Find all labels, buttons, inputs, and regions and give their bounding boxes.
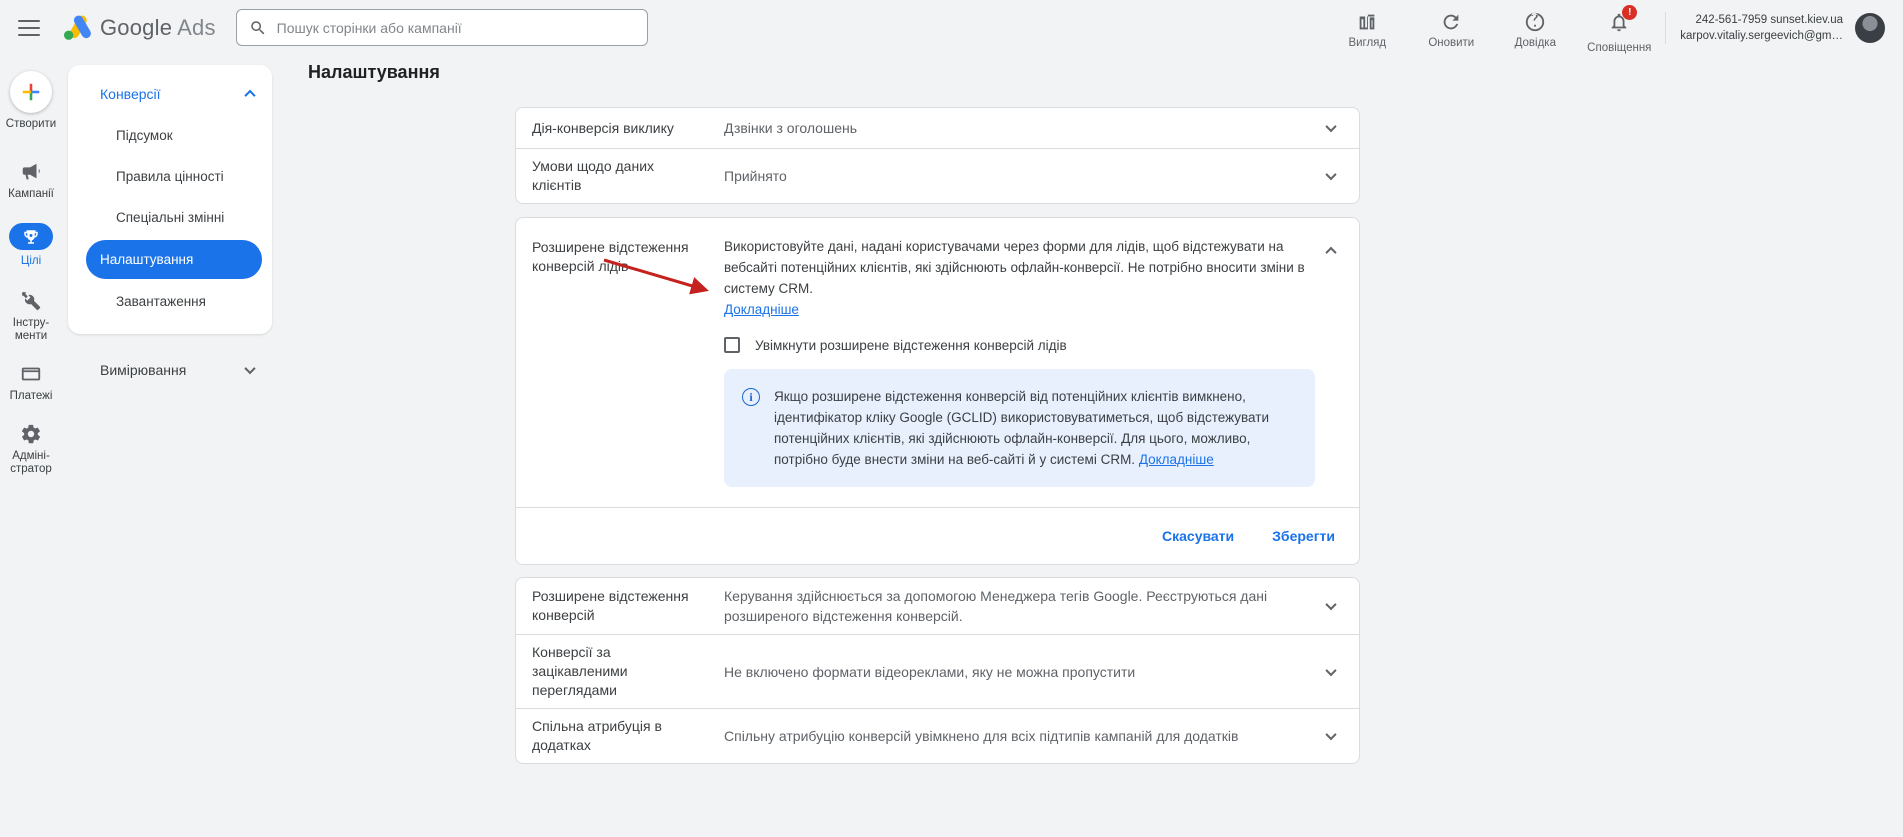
google-ads-logo-icon [62,14,92,41]
page-title: Налаштування [308,62,440,83]
panel-app-attribution[interactable]: Спільна атрибуція в додатках Спільну атр… [516,708,1359,763]
search-icon [249,19,267,37]
cancel-button[interactable]: Скасувати [1148,520,1248,552]
settings-panels: Дія-конверсія виклику Дзвінки з оголошен… [515,107,1360,764]
sidebar-item-goals[interactable]: Цілі [1,223,61,268]
panel-customer-data-terms[interactable]: Умови щодо даних клієнтів Прийнято [516,148,1359,203]
panel-label: Спільна атрибуція в додатках [532,717,704,755]
account-email: karpov.vitaliy.sergeevich@gm… [1680,28,1843,44]
sidebar-item-value-rules[interactable]: Правила цінності [68,156,272,197]
panel-label: Розширене відстеження конверсій [532,587,704,625]
sidebar-item-custom-variables[interactable]: Спеціальні змінні [68,197,272,238]
panel-description: Використовуйте дані, надані користувачам… [724,236,1315,299]
enable-tracking-checkbox-row[interactable]: Увімкнути розширене відстеження конверсі… [724,337,1315,353]
top-app-bar: GoogleAds Вигляд Оновити Довідка ! Спові… [0,0,1903,55]
panel-group-top: Дія-конверсія виклику Дзвінки з оголошен… [515,107,1360,204]
create-circle [10,71,52,113]
sidebar-item-campaigns[interactable]: Кампанії [1,161,61,201]
sidebar-section-measurement[interactable]: Вимірювання [68,352,272,388]
panel-engaged-view-conversions[interactable]: Конверсії за зацікавленими переглядами Н… [516,634,1359,708]
brand-text: GoogleAds [100,15,216,41]
appearance-icon [1356,11,1378,33]
panel-label: Конверсії за зацікавленими переглядами [532,643,704,700]
admin-label: Адміні-стратор [1,450,61,476]
create-button[interactable]: Створити [1,71,61,131]
sidebar-item-summary[interactable]: Підсумок [68,115,272,156]
megaphone-icon [20,161,42,183]
panel-value: Керування здійснюється за допомогою Мене… [724,586,1319,626]
panel-label: Умови щодо даних клієнтів [532,157,704,195]
search-box[interactable] [236,9,648,46]
chevron-down-icon[interactable] [1325,121,1336,132]
chevron-down-icon[interactable] [1325,729,1336,740]
sidebar-item-settings[interactable]: Налаштування [86,240,262,279]
goals-label: Цілі [1,255,61,268]
panel-enhanced-conversions[interactable]: Розширене відстеження конверсій Керуванн… [516,578,1359,634]
appearance-button[interactable]: Вигляд [1335,2,1399,49]
sidebar-item-tools[interactable]: Інстру-менти [1,290,61,343]
panel-footer: Скасувати Зберегти [516,507,1359,564]
measurement-label: Вимірювання [100,362,186,378]
panel-value: Спільну атрибуцію конверсій увімкнено дл… [724,726,1319,746]
info-icon: i [742,388,760,406]
checkbox-label: Увімкнути розширене відстеження конверсі… [755,338,1067,353]
chevron-down-icon[interactable] [1325,169,1336,180]
notifications-button[interactable]: ! Сповіщення [1587,2,1651,54]
panel-group-bottom: Розширене відстеження конверсій Керуванн… [515,577,1360,764]
plus-icon [20,81,42,103]
gear-icon [20,423,42,445]
refresh-icon [1440,11,1462,33]
panel-value: Не включено формати відеореклами, яку не… [724,662,1319,682]
sidebar-item-admin[interactable]: Адміні-стратор [1,423,61,476]
menu-icon[interactable] [18,20,40,36]
trophy-icon [22,228,40,246]
panel-value: Дзвінки з оголошень [724,118,1319,138]
panel-call-conversion-action[interactable]: Дія-конверсія виклику Дзвінки з оголошен… [516,108,1359,148]
account-id: 242-561-7959 sunset.kiev.ua [1680,12,1843,28]
tools-icon [20,290,42,312]
goals-active-pill [9,223,53,250]
notification-badge: ! [1622,5,1637,20]
sidebar-item-uploads[interactable]: Завантаження [68,281,272,322]
chevron-down-icon [244,363,255,374]
chevron-up-icon[interactable] [1325,247,1336,258]
help-label: Довідка [1515,37,1556,49]
conversions-section-label: Конверсії [100,86,161,102]
learn-more-link[interactable]: Докладніше [1139,452,1214,467]
credit-card-icon [20,363,42,385]
info-box: i Якщо розширене відстеження конверсій в… [724,369,1315,487]
billing-label: Платежі [1,390,61,403]
chevron-up-icon [244,90,255,101]
avatar[interactable] [1855,13,1885,43]
panel-label: Розширене відстеження конверсій лідів [532,236,704,487]
panel-enhanced-lead-conversions: Розширене відстеження конверсій лідів Ви… [515,217,1360,565]
chevron-down-icon[interactable] [1325,599,1336,610]
tools-label: Інстру-менти [1,317,61,343]
campaigns-label: Кампанії [1,188,61,201]
account-info[interactable]: 242-561-7959 sunset.kiev.ua karpov.vital… [1680,12,1843,44]
topbar-divider [1665,12,1666,44]
google-ads-logo[interactable]: GoogleAds [62,14,216,41]
chevron-down-icon[interactable] [1325,664,1336,675]
conversions-sidebar: Конверсії Підсумок Правила цінності Спец… [68,65,272,334]
help-icon [1524,11,1546,33]
info-text: Якщо розширене відстеження конверсій від… [774,386,1293,470]
sidebar-section-conversions[interactable]: Конверсії [68,73,272,115]
create-label: Створити [1,118,61,131]
refresh-label: Оновити [1428,37,1474,49]
panel-label: Дія-конверсія виклику [532,119,704,138]
panel-value: Прийнято [724,166,1319,186]
topbar-actions: Вигляд Оновити Довідка ! Сповіщення [1335,2,1651,54]
search-input[interactable] [277,20,635,36]
nav-rail: Створити Кампанії Цілі Інстру-менти Плат… [0,55,62,837]
learn-more-link[interactable]: Докладніше [724,302,799,317]
refresh-button[interactable]: Оновити [1419,2,1483,49]
notifications-label: Сповіщення [1587,42,1651,54]
sidebar-item-billing[interactable]: Платежі [1,363,61,403]
checkbox-unchecked[interactable] [724,337,740,353]
help-button[interactable]: Довідка [1503,2,1567,49]
save-button[interactable]: Зберегти [1258,520,1349,552]
appearance-label: Вигляд [1348,37,1386,49]
